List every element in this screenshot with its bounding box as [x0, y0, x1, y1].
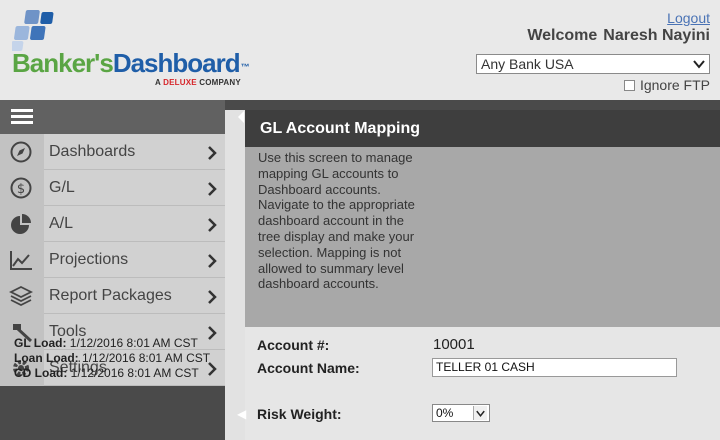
loan-load: Loan Load: 1/12/2016 8:01 AM CST [14, 351, 210, 366]
logo-wordmark: Banker'sDashboard™ [12, 48, 250, 78]
dialog-title: GL Account Mapping [245, 110, 720, 147]
logout-link[interactable]: Logout [667, 10, 710, 26]
sidebar-item-label: G/L [49, 179, 75, 196]
hamburger-menu-icon[interactable] [11, 109, 33, 125]
sidebar-item-al[interactable]: A/L [0, 206, 225, 242]
header: Banker'sDashboard™ A DELUXE COMPANY Logo… [0, 0, 720, 100]
ignore-ftp-checkbox[interactable] [623, 79, 635, 91]
compass-icon [10, 141, 32, 163]
load-value: 1/12/2016 8:01 AM CST [69, 336, 198, 350]
scroll-left-icon[interactable]: ◀ [237, 407, 246, 421]
welcome-message: Welcome Naresh Nayini [527, 27, 710, 45]
chevron-right-icon [208, 146, 217, 160]
layers-icon [9, 285, 33, 307]
chevron-right-icon [208, 218, 217, 232]
logo-mark-icon [12, 10, 54, 51]
chevron-right-icon [208, 182, 217, 196]
content-toolbar [225, 100, 720, 110]
account-form: Account #: 10001 Account Name: TELLER 01… [245, 327, 720, 440]
load-label: GL Load: [14, 336, 67, 350]
tagline-suffix: COMPANY [199, 78, 241, 87]
chevron-down-icon [693, 60, 705, 69]
gl-load: GL Load: 1/12/2016 8:01 AM CST [14, 336, 210, 351]
icon-cell [0, 278, 44, 314]
tagline: A DELUXE COMPANY [155, 78, 241, 87]
account-number-label: Account #: [257, 337, 330, 353]
sidebar-item-label: Dashboards [49, 143, 136, 160]
chevron-right-icon [208, 290, 217, 304]
tagline-brand: DELUXE [163, 78, 197, 87]
icon-cell [0, 242, 44, 278]
account-number-value: 10001 [433, 336, 475, 353]
account-name-input[interactable]: TELLER 01 CASH [432, 358, 677, 377]
instructions-text: Use this screen to manage mapping GL acc… [258, 150, 415, 292]
icon-cell [0, 206, 44, 242]
sidebar-item-label: Report Packages [49, 287, 172, 304]
data-load-status: GL Load: 1/12/2016 8:01 AM CST Loan Load… [14, 336, 210, 381]
pie-chart-icon [11, 214, 31, 234]
load-label: CD Load: [14, 366, 68, 380]
icon-cell [0, 134, 44, 170]
line-chart-icon [10, 251, 32, 270]
gl-account-mapping-dialog: GL Account Mapping Use this screen to ma… [245, 110, 720, 440]
user-name: Naresh Nayini [603, 27, 710, 44]
dialog-instructions: Use this screen to manage mapping GL acc… [245, 147, 720, 327]
load-value: 1/12/2016 8:01 AM CST [82, 351, 211, 365]
bank-select-value: Any Bank USA [481, 56, 574, 72]
trademark: ™ [240, 62, 250, 72]
logo-text-bankers: Banker's [12, 48, 114, 78]
account-name-label: Account Name: [257, 360, 360, 376]
ignore-ftp-label: Ignore FTP [639, 77, 710, 93]
risk-weight-label: Risk Weight: [257, 406, 342, 422]
sidebar-item-projections[interactable]: Projections [0, 242, 225, 278]
sidebar-item-label: A/L [49, 215, 74, 232]
welcome-label: Welcome [527, 27, 598, 44]
sidebar-item-dashboards[interactable]: Dashboards [0, 134, 225, 170]
sidebar-item-label: Projections [49, 251, 129, 268]
tagline-prefix: A [155, 78, 161, 87]
sidebar: Dashboards $ G/L A/L Projections Report … [0, 100, 225, 440]
risk-weight-select[interactable]: 0% [432, 404, 490, 422]
sidebar-item-report-packages[interactable]: Report Packages [0, 278, 225, 314]
icon-cell: $ [0, 170, 44, 206]
load-label: Loan Load: [14, 351, 79, 365]
menu-bar [0, 100, 225, 134]
svg-text:$: $ [17, 182, 25, 197]
bank-select[interactable]: Any Bank USA [476, 54, 710, 74]
logo-text-dashboard: Dashboard [112, 48, 241, 78]
dollar-icon: $ [10, 177, 32, 199]
load-value: 1/12/2016 8:01 AM CST [70, 366, 199, 380]
risk-weight-value: 0% [436, 406, 454, 420]
chevron-right-icon [208, 254, 217, 268]
sidebar-item-gl[interactable]: $ G/L [0, 170, 225, 206]
chevron-down-icon [473, 406, 487, 420]
cd-load: CD Load: 1/12/2016 8:01 AM CST [14, 366, 210, 381]
app-root: Banker'sDashboard™ A DELUXE COMPANY Logo… [0, 0, 720, 440]
ignore-ftp-option: Ignore FTP [623, 77, 710, 93]
